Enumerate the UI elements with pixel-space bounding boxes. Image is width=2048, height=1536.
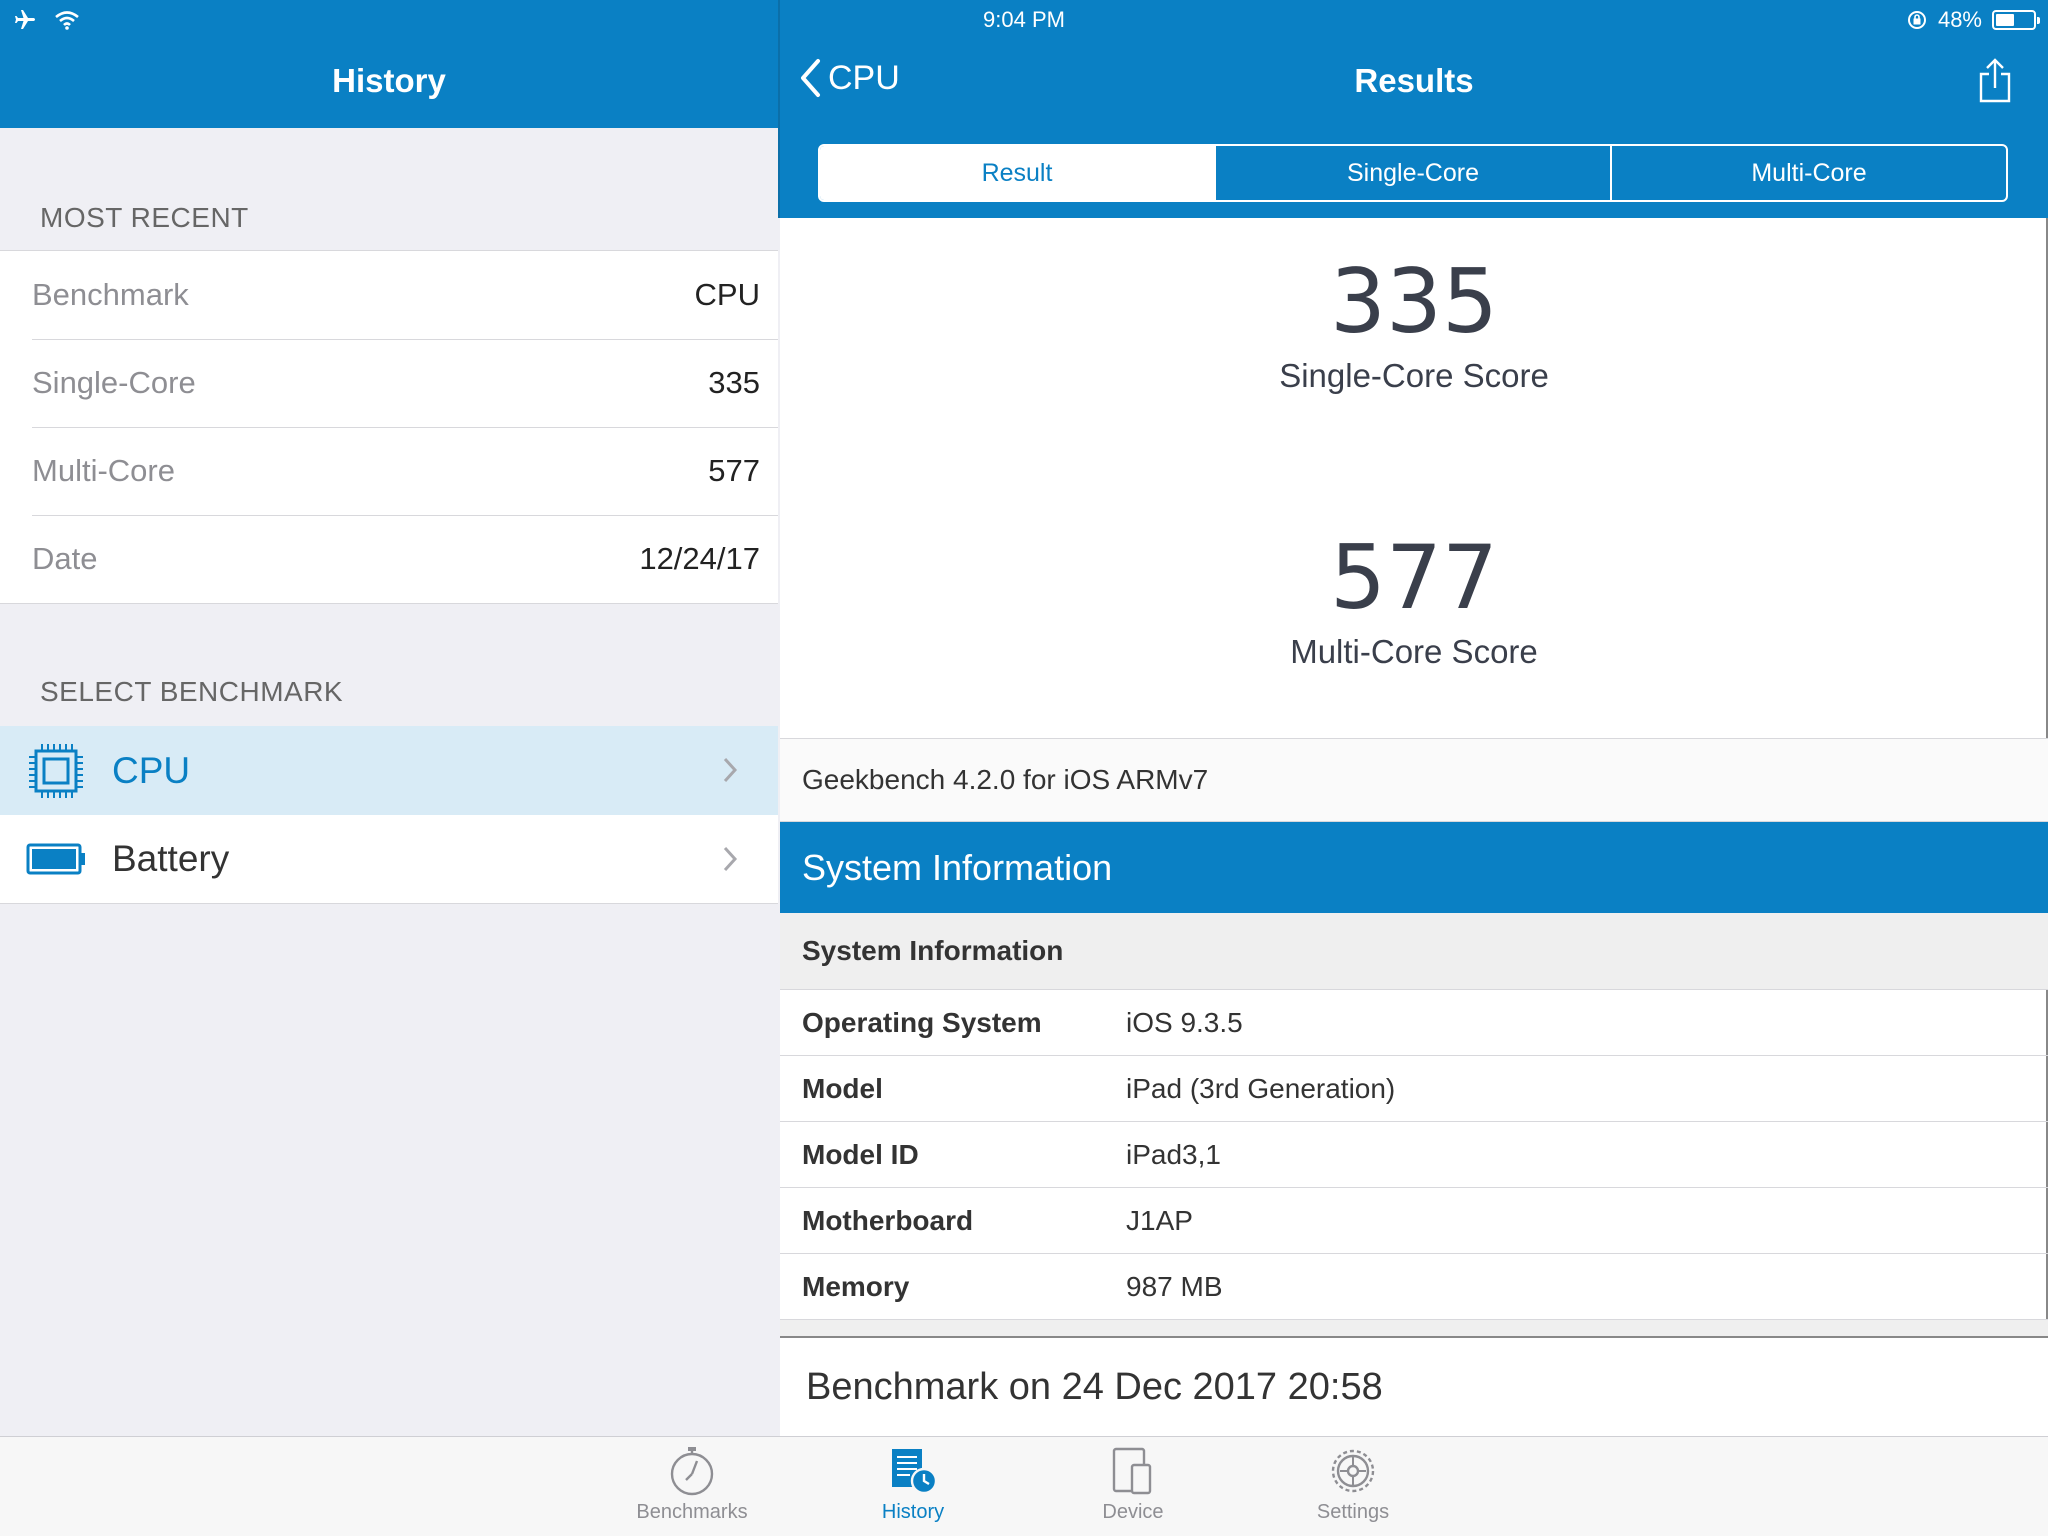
table-row: Multi-Core 577 (0, 427, 778, 515)
row-value: 987 MB (1126, 1270, 1223, 1302)
table-row: Motherboard J1AP (780, 1188, 2048, 1254)
airplane-icon (15, 10, 35, 29)
gear-icon (1331, 1449, 1375, 1493)
single-core-score-label: Single-Core Score (1279, 357, 1549, 394)
row-value: iOS 9.3.5 (1126, 1006, 1243, 1038)
multi-core-score-label: Multi-Core Score (1290, 633, 1538, 670)
benchmark-label: Battery (112, 838, 230, 879)
table-row: Benchmark CPU (0, 251, 778, 339)
row-key: Operating System (802, 1006, 1042, 1038)
tab-result[interactable]: Result (820, 146, 1214, 200)
history-icon (892, 1449, 938, 1495)
section-gap (780, 1320, 2048, 1338)
system-information-subheader: System Information (780, 913, 2048, 990)
row-key: Single-Core (32, 365, 196, 400)
row-value: 335 (708, 365, 760, 400)
row-key: Model ID (802, 1138, 919, 1170)
row-key: Memory (802, 1270, 910, 1302)
history-panel: MOST RECENT Benchmark CPU Single-Core 33… (0, 128, 778, 1436)
row-value: J1AP (1126, 1204, 1193, 1236)
row-value: CPU (694, 277, 760, 312)
row-value: iPad (3rd Generation) (1126, 1072, 1396, 1104)
single-core-score: 335 (1330, 250, 1498, 353)
results-title: Results (1354, 62, 1474, 99)
battery-icon (26, 843, 85, 875)
row-key: Motherboard (802, 1204, 974, 1236)
battery-icon (1992, 10, 2040, 30)
battery-percent: 48% (1937, 7, 1982, 32)
tab-label: Benchmarks (636, 1501, 748, 1523)
row-value: iPad3,1 (1126, 1138, 1221, 1170)
tab-label: Device (1102, 1501, 1164, 1523)
cpu-chip-icon (29, 743, 83, 798)
row-value: 12/24/17 (639, 541, 760, 576)
row-key: Date (32, 541, 98, 576)
multi-core-score: 577 (1330, 526, 1498, 629)
tab-label: Settings (1316, 1501, 1390, 1523)
tab-bar: Benchmarks History Device Settings (0, 1436, 2048, 1536)
version-row: Geekbench 4.2.0 for iOS ARMv7 (780, 738, 2048, 822)
most-recent-header: MOST RECENT (40, 202, 249, 233)
table-row: Memory 987 MB (780, 1254, 2048, 1320)
table-row: Model iPad (3rd Generation) (780, 1056, 2048, 1122)
table-row: Single-Core 335 (0, 339, 778, 427)
history-title: History (332, 62, 446, 99)
table-row: Date 12/24/17 (0, 515, 778, 603)
benchmark-label: CPU (112, 749, 191, 791)
navigation-bar: 9:04 PM 48% History CPU Results (0, 0, 2048, 218)
system-info-table: Operating System iOS 9.3.5 Model iPad (3… (780, 990, 2048, 1320)
tab-history[interactable]: History (838, 1445, 988, 1524)
result-segmented-control: Result Single-Core Multi-Core (818, 144, 2008, 202)
most-recent-table: Benchmark CPU Single-Core 335 Multi-Core… (0, 250, 778, 604)
benchmark-date: Benchmark on 24 Dec 2017 20:58 (780, 1338, 2048, 1436)
tab-multi-core[interactable]: Multi-Core (1610, 146, 2006, 200)
status-time: 9:04 PM (983, 7, 1065, 32)
chevron-right-icon (723, 757, 738, 783)
status-bar-left (12, 0, 80, 40)
tab-device[interactable]: Device (1058, 1445, 1208, 1524)
orientation-lock-icon (1907, 11, 1926, 29)
row-key: Benchmark (32, 277, 189, 312)
device-icon (1112, 1447, 1152, 1495)
results-panel: 335 Single-Core Score 577 Multi-Core Sco… (780, 218, 2048, 1436)
segment-bar: Result Single-Core Multi-Core (780, 128, 2048, 218)
single-core-score-block: 335 Single-Core Score (780, 250, 2048, 395)
tab-single-core[interactable]: Single-Core (1214, 146, 1610, 200)
table-row: Model ID iPad3,1 (780, 1122, 2048, 1188)
select-benchmark-header: SELECT BENCHMARK (40, 676, 344, 707)
chevron-right-icon (723, 846, 738, 872)
wifi-icon (55, 11, 79, 30)
tab-label: History (881, 1501, 945, 1523)
row-key: Model (802, 1072, 883, 1104)
tab-benchmarks[interactable]: Benchmarks (617, 1445, 767, 1524)
benchmark-item-battery[interactable]: Battery (0, 815, 778, 904)
row-value: 577 (708, 453, 760, 488)
benchmark-list: CPU Battery (0, 726, 778, 904)
share-icon[interactable] (1978, 58, 2012, 104)
benchmark-item-cpu[interactable]: CPU (0, 726, 778, 815)
multi-core-score-block: 577 Multi-Core Score (780, 526, 2048, 671)
table-row: Operating System iOS 9.3.5 (780, 990, 2048, 1056)
status-bar-right: 48% (1906, 0, 2040, 40)
stopwatch-icon (670, 1447, 714, 1496)
system-information-header: System Information (780, 822, 2048, 913)
tab-settings[interactable]: Settings (1278, 1445, 1428, 1524)
row-key: Multi-Core (32, 453, 175, 488)
